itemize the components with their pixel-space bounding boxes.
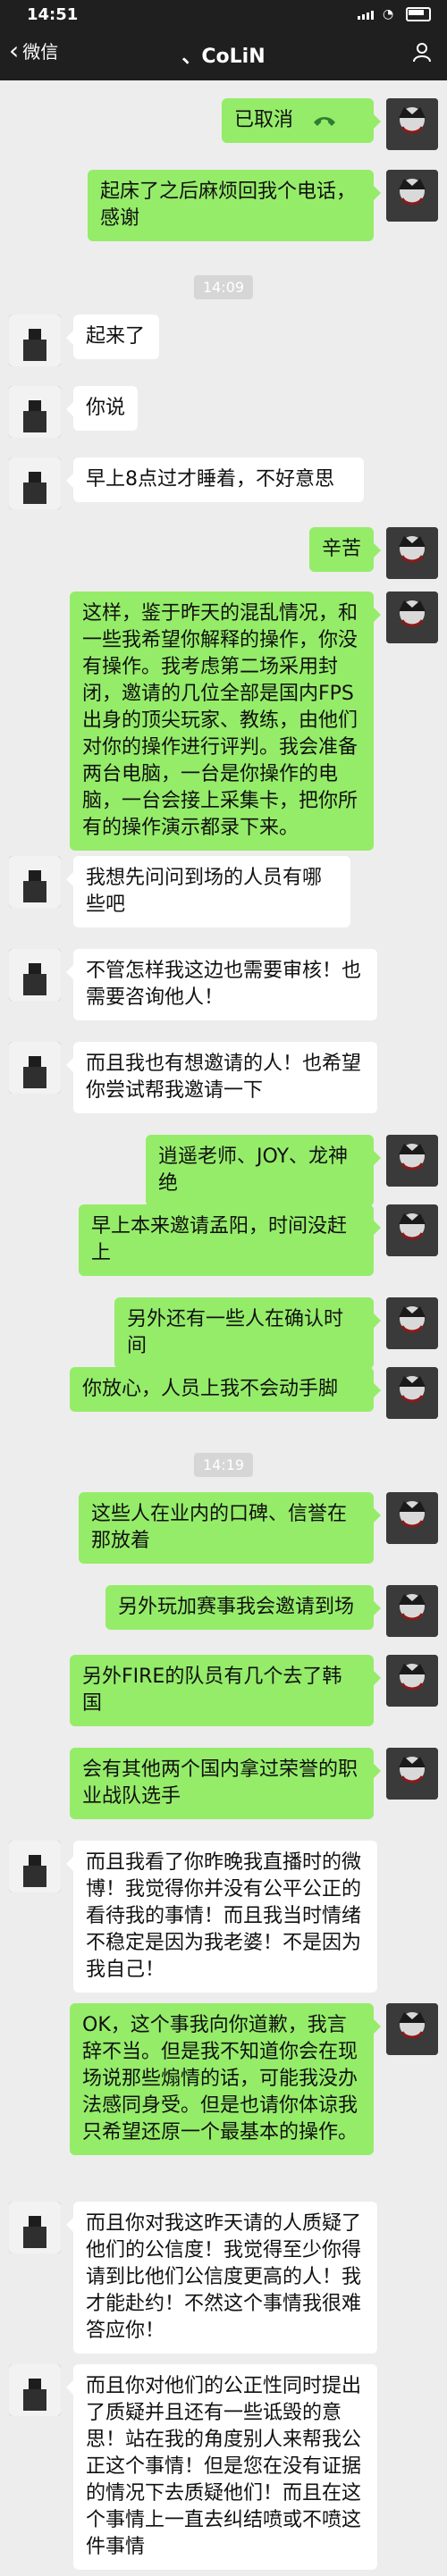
avatar[interactable] [9,1841,61,1892]
message-bubble[interactable]: 另外FIRE的队员有几个去了韩国 [70,1655,381,1726]
message-bubble[interactable]: 不管怎样我这边也需要审核！也需要咨询他人！ [66,949,377,1020]
avatar[interactable] [386,527,438,579]
message-bubble[interactable]: 早上本来邀请孟阳，时间没赶上 [79,1204,381,1276]
avatar[interactable] [386,1297,438,1349]
avatar[interactable] [9,2202,61,2253]
avatar[interactable] [386,2003,438,2055]
message-bubble[interactable]: 你说 [66,386,138,431]
message-bubble[interactable]: 另外还有一些人在确认时间 [114,1297,381,1369]
chat-area: 已取消 起床了之后麻烦回我个电话，感谢 14:09 起来了 你说 早上8点过才睡… [0,80,447,2576]
avatar[interactable] [386,1585,438,1637]
avatar[interactable] [386,1204,438,1256]
message-bubble[interactable]: OK，这个事我向你道歉，我言辞不当。但是我不知道你会在现场说那些煽情的话，可能我… [70,2003,381,2155]
avatar[interactable] [9,386,61,438]
timestamp: 14:19 [193,1453,254,1477]
message-bubble[interactable]: 早上8点过才睡着，不好意思 [66,457,364,502]
message-bubble[interactable]: 而且我看了你昨晚我直播时的微博！我觉得你并没有公平公正的看待我的事情！而且我当时… [66,1841,377,1993]
avatar[interactable] [386,1367,438,1419]
message-bubble[interactable]: 辛苦 [309,527,381,572]
avatar[interactable] [386,170,438,222]
message-bubble[interactable]: 已取消 [222,98,381,143]
avatar[interactable] [9,856,61,908]
message-bubble[interactable]: 你放心，人员上我不会动手脚 [70,1367,381,1412]
battery-icon [406,7,431,21]
message-bubble[interactable]: 这些人在业内的口碑、信誉在那放着 [79,1492,381,1564]
message-bubble[interactable]: 我想先问问到场的人员有哪些吧 [66,856,350,927]
wifi-icon: ◔ [383,7,394,21]
avatar[interactable] [9,1042,61,1094]
navigation-bar: ‹ 微信 、CoLiN [0,27,447,80]
message-bubble[interactable]: 而且你对我这昨天请的人质疑了他们的公信度！我觉得至少你得请到比他们公信度更高的人… [66,2202,377,2354]
message-bubble[interactable]: 起床了之后麻烦回我个电话，感谢 [88,170,381,241]
status-time: 14:51 [27,5,79,24]
avatar[interactable] [386,1135,438,1187]
status-bar: 14:51 ◔ [0,0,447,27]
avatar[interactable] [9,2364,61,2416]
profile-icon[interactable] [411,41,433,63]
avatar[interactable] [386,592,438,643]
phone-icon [314,117,336,126]
avatar[interactable] [386,1492,438,1544]
message-bubble[interactable]: 逍遥老师、JOY、龙神绝 [146,1135,381,1206]
message-bubble[interactable]: 这样，鉴于昨天的混乱情况，和一些我希望你解释的操作，你没有操作。我考虑第二场采用… [70,592,381,851]
message-bubble[interactable]: 起来了 [66,315,159,359]
message-bubble[interactable]: 会有其他两个国内拿过荣誉的职业战队选手 [70,1748,381,1819]
status-icons: ◔ [358,7,431,21]
avatar[interactable] [9,457,61,509]
chat-title: 、CoLiN [181,46,266,68]
avatar[interactable] [9,949,61,1001]
signal-icon [358,9,374,20]
avatar[interactable] [386,1655,438,1707]
avatar[interactable] [386,98,438,150]
message-bubble[interactable]: 而且我也有想邀请的人！也希望你尝试帮我邀请一下 [66,1042,377,1113]
avatar[interactable] [386,1748,438,1800]
avatar[interactable] [9,315,61,366]
message-bubble[interactable]: 另外玩加赛事我会邀请到场 [105,1585,381,1630]
message-bubble[interactable]: 而且你对他们的公正性同时提出了质疑并且还有一些诋毁的意思！站在我的角度别人来帮我… [66,2364,377,2570]
timestamp: 14:09 [193,275,254,299]
